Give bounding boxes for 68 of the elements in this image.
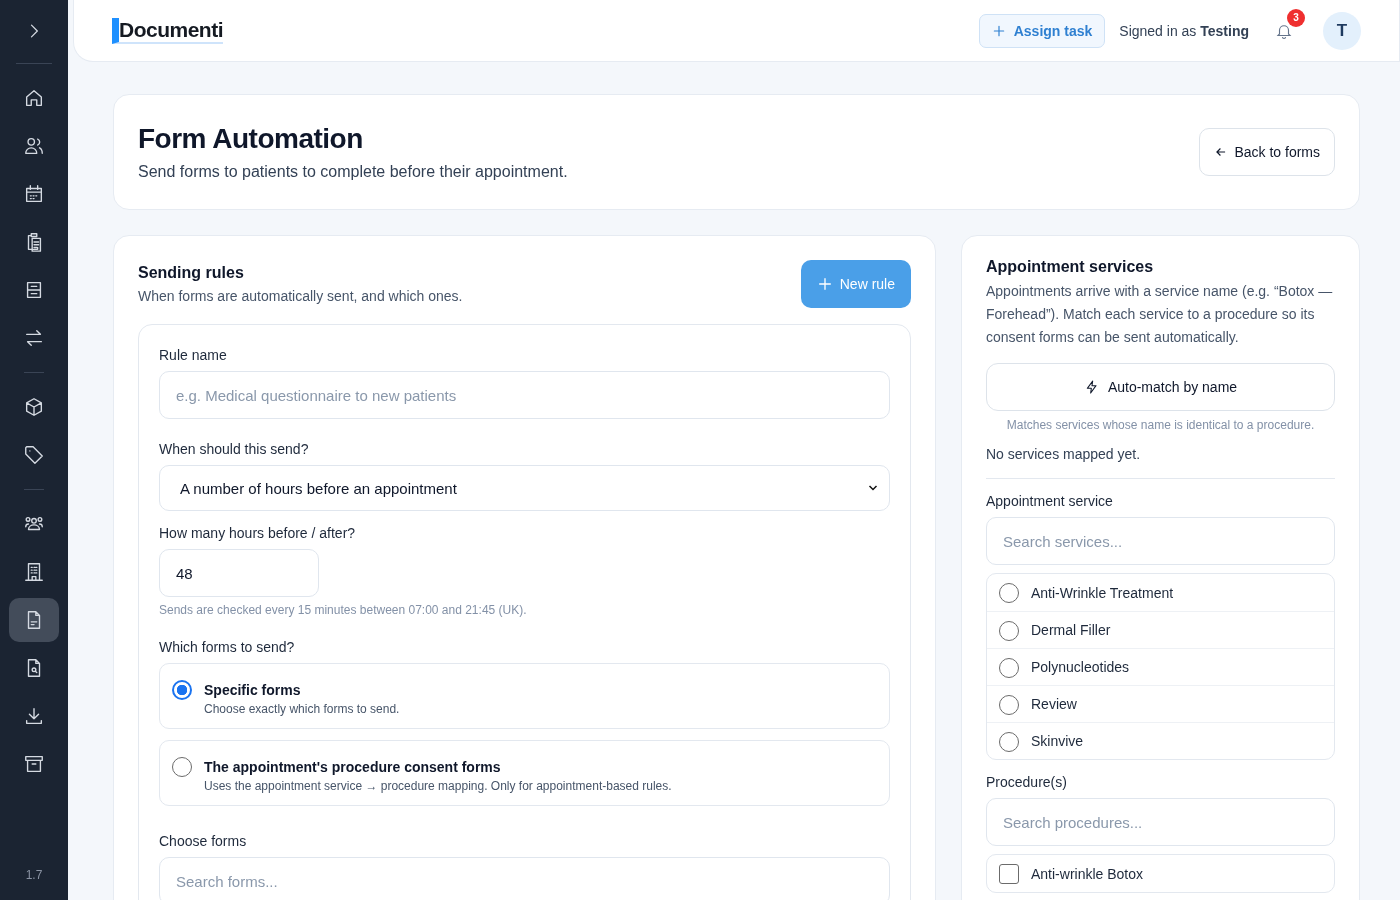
notification-badge: 3 [1287,8,1305,27]
home-icon [23,87,45,109]
calendar-icon [23,183,45,205]
search-services-field[interactable]: Search services... [986,517,1335,565]
radio-button[interactable] [999,694,1019,715]
building-icon [23,561,45,583]
procedure-name: Anti-wrinkle Botox [1031,865,1144,882]
back-button[interactable]: Back to forms [1199,128,1335,176]
cube-icon [23,396,45,418]
service-option[interactable]: Review [987,685,1334,722]
service-option[interactable]: Skinvive [987,722,1334,759]
auto-match-button[interactable]: Auto-match by name [986,363,1335,411]
procedure-option[interactable]: Anti-wrinkle Botox [987,855,1334,892]
search-procedures-field[interactable]: Search procedures... [986,798,1335,846]
service-name: Anti-Wrinkle Treatment [1031,584,1174,601]
rule-name-field[interactable]: e.g. Medical questionnaire to new patients [159,371,890,419]
hint-text: Sends are checked every 15 minutes between 07:00 and 21:45 (UK). [159,603,528,617]
radio-button[interactable] [999,583,1019,603]
field-label: Choose forms [159,833,248,849]
option-description: Uses the appointment service → procedure mapping. Only for appointment-based rules. [204,779,672,793]
plus-icon [816,276,833,292]
logo: Documenti [112,17,223,44]
archive-icon [23,753,45,775]
empty-state-text: No services mapped yet. [986,446,1142,462]
field-label: Procedure(s) [986,774,1068,790]
timing-dropdown[interactable]: A number of hours before an appointment [159,465,890,511]
radio-button[interactable] [172,680,192,700]
user-avatar[interactable]: T [1323,11,1361,50]
radio-button[interactable] [999,620,1019,641]
users-icon [23,135,45,157]
tag-icon [23,444,45,466]
form-choice-option[interactable]: The appointment's procedure consent forms Uses the appointment service → procedure mapping. Only for appointment-based rules. [159,740,890,806]
service-name: Dermal Filler [1031,622,1111,638]
field-label: Rule name [159,347,228,363]
form-choice-option[interactable]: Specific forms Choose exactly which forms to send. [159,663,890,729]
service-name: Review [1031,696,1077,712]
plus-icon [991,23,1006,38]
field-label: How many hours before / after? [159,525,357,541]
service-option[interactable]: Polynucleotides [987,648,1334,685]
option-description: Choose exactly which forms to send. [204,702,400,716]
radio-button[interactable] [999,657,1019,678]
download-icon [23,705,45,727]
section-description: When forms are automatically sent, and which ones. [138,288,463,304]
signed-in-text: Signed in as Testing [1119,22,1249,39]
radio-button[interactable] [999,731,1019,752]
page-subtitle: Send forms to patients to complete before their appointment. [138,163,568,181]
section-description: Appointments arrive with a service name (e.g. “Botox — Forehead”). Match each service to a procedure so its consent forms can be sent automatically. [986,282,1334,347]
sidebar-item[interactable] [9,598,59,642]
field-label: When should this send? [159,441,310,457]
search-forms-field[interactable]: Search forms... [159,857,890,900]
service-option[interactable]: Anti-Wrinkle Treatment [987,574,1334,611]
service-name: Skinvive [1031,733,1084,749]
swap-arrows-icon [23,327,45,349]
service-name: Polynucleotides [1031,659,1130,675]
option-title: The appointment's procedure consent forms [204,759,502,775]
field-label: Which forms to send? [159,639,296,655]
hours-field[interactable]: 48 [159,549,319,597]
section-title: Appointment services [986,258,1155,276]
version-label: 1.7 [25,868,43,882]
page-title: Form Automation [138,123,364,155]
hint-text: Matches services whose name is identical to a procedure. [1005,418,1316,432]
option-title: Specific forms [204,682,302,698]
section-title: Sending rules [138,264,245,282]
field-label: Appointment service [986,493,1114,509]
radio-button[interactable] [172,757,192,777]
assign-task-button[interactable]: Assign task [978,13,1106,48]
service-option[interactable]: Dermal Filler [987,611,1334,648]
checkbox[interactable] [999,863,1019,884]
